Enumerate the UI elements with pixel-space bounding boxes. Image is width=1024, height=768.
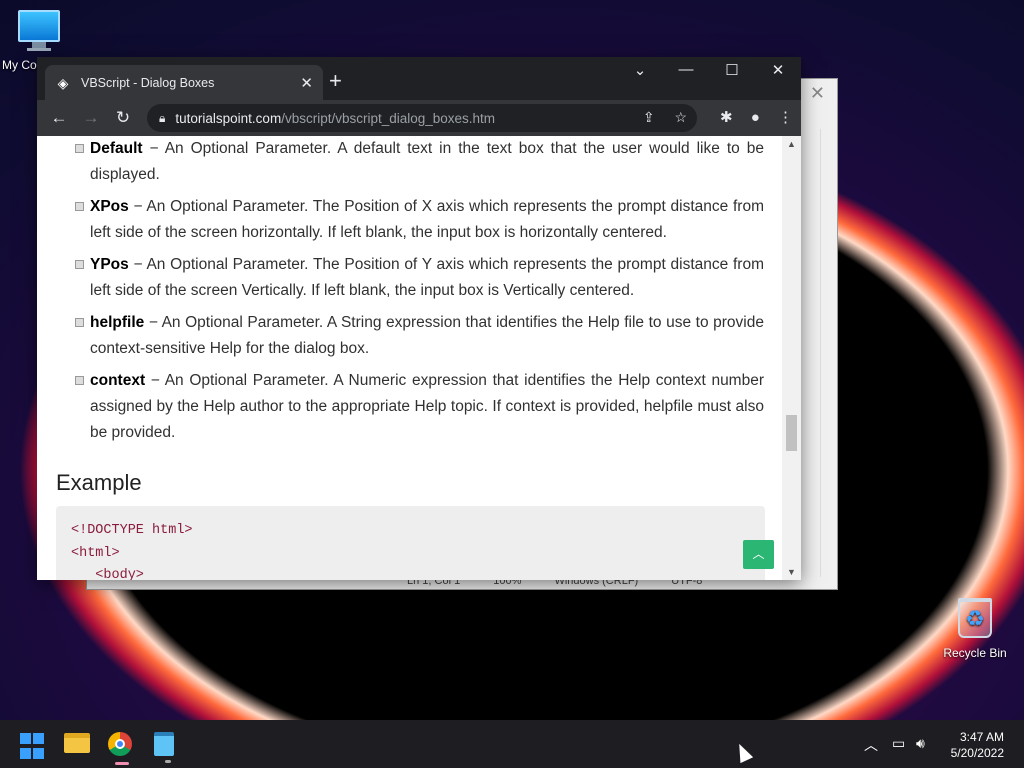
- url-path: /vbscript/vbscript_dialog_boxes.htm: [281, 110, 496, 126]
- clock[interactable]: 3:47 AM 5/20/2022: [951, 729, 1004, 761]
- close-button[interactable]: ✕: [763, 61, 793, 79]
- lock-icon[interactable]: 🔒︎: [159, 111, 165, 126]
- param-desc: − An Optional Parameter. The Position of…: [90, 198, 764, 241]
- clock-date: 5/20/2022: [950, 746, 1004, 760]
- file-explorer-icon[interactable]: [64, 733, 92, 761]
- list-item: helpfile − An Optional Parameter. A Stri…: [75, 310, 764, 362]
- reload-button[interactable]: ↻: [107, 108, 139, 128]
- minimize-button[interactable]: —: [671, 61, 701, 78]
- notepad-scrollbar[interactable]: [820, 129, 837, 577]
- page-viewport[interactable]: Default − An Optional Parameter. A defau…: [37, 136, 801, 580]
- code-line: <!DOCTYPE html>: [71, 523, 193, 538]
- system-tray: ︿ ▭ 🔊︎ 3:47 AM 5/20/2022: [824, 720, 1024, 768]
- address-bar[interactable]: 🔒︎ tutorialspoint.com/vbscript/vbscript_…: [147, 104, 697, 132]
- volume-icon[interactable]: 🔊︎: [916, 735, 925, 752]
- list-item: XPos − An Optional Parameter. The Positi…: [75, 194, 764, 246]
- menu-kebab-icon[interactable]: ⋮: [778, 109, 793, 126]
- browser-toolbar: ← → ↻ 🔒︎ tutorialspoint.com/vbscript/vbs…: [37, 100, 801, 136]
- param-desc: − An Optional Parameter. A String expres…: [90, 314, 764, 357]
- start-button[interactable]: [20, 733, 48, 761]
- scroll-up-arrow-icon[interactable]: ▲: [782, 139, 801, 149]
- param-name: XPos: [90, 198, 129, 215]
- param-name: YPos: [90, 256, 129, 273]
- param-name: context: [90, 372, 146, 389]
- param-desc: − An Optional Parameter. A Numeric expre…: [90, 372, 764, 441]
- desktop-icon-label: Recycle Bin: [943, 646, 1007, 660]
- code-line: <body>: [71, 568, 144, 580]
- extensions-icon[interactable]: ✱: [720, 109, 733, 126]
- chevron-up-icon[interactable]: ︿: [864, 735, 878, 755]
- clock-time: 3:47 AM: [959, 730, 1004, 744]
- code-line: <html>: [71, 545, 120, 561]
- page-scrollbar[interactable]: ▲ ▼: [782, 136, 801, 580]
- tab-close-icon[interactable]: ✕: [300, 74, 313, 92]
- tab-search-icon[interactable]: ⌄: [625, 61, 655, 79]
- param-name: helpfile: [90, 314, 145, 331]
- new-tab-button[interactable]: +: [329, 69, 342, 93]
- scroll-down-arrow-icon[interactable]: ▼: [782, 567, 801, 577]
- example-heading: Example: [56, 470, 142, 495]
- notepad-icon[interactable]: [154, 732, 182, 763]
- back-button[interactable]: ←: [43, 108, 75, 128]
- parameter-list: Default − An Optional Parameter. A defau…: [75, 136, 764, 446]
- browser-window[interactable]: ◈ VBScript - Dialog Boxes ✕ + ⌄ — ☐ ✕ ← …: [37, 57, 801, 580]
- profile-icon[interactable]: ●: [751, 109, 760, 126]
- list-item: YPos − An Optional Parameter. The Positi…: [75, 252, 764, 304]
- tab-title: VBScript - Dialog Boxes: [81, 75, 215, 90]
- desktop-icon-recycle-bin[interactable]: ♻ Recycle Bin: [936, 598, 1014, 660]
- chrome-icon[interactable]: [108, 732, 136, 765]
- tutorialspoint-favicon-icon: ◈: [57, 74, 69, 91]
- browser-titlebar[interactable]: ◈ VBScript - Dialog Boxes ✕ + ⌄ — ☐ ✕: [37, 57, 801, 100]
- taskbar: ︿ ▭ 🔊︎ 3:47 AM 5/20/2022: [0, 720, 1024, 768]
- forward-button[interactable]: →: [75, 108, 107, 128]
- back-to-top-button[interactable]: ︿: [743, 540, 774, 569]
- browser-tab[interactable]: ◈ VBScript - Dialog Boxes ✕: [45, 65, 323, 100]
- list-item: Default − An Optional Parameter. A defau…: [75, 136, 764, 188]
- bookmark-star-icon[interactable]: ☆: [674, 109, 687, 125]
- share-icon[interactable]: ⇪: [643, 109, 655, 125]
- page-content: Default − An Optional Parameter. A defau…: [37, 136, 782, 580]
- param-desc: − An Optional Parameter. The Position of…: [90, 256, 764, 299]
- close-icon[interactable]: ✕: [810, 83, 825, 104]
- list-item: context − An Optional Parameter. A Numer…: [75, 368, 764, 446]
- param-desc: − An Optional Parameter. A default text …: [90, 140, 764, 183]
- param-name: Default: [90, 140, 143, 157]
- recycle-bin-icon: ♻: [953, 598, 997, 642]
- network-icon[interactable]: ▭: [892, 735, 905, 752]
- monitor-icon: [17, 10, 61, 54]
- url-host: tutorialspoint.com: [175, 110, 282, 126]
- maximize-button[interactable]: ☐: [717, 61, 747, 79]
- scrollbar-thumb[interactable]: [786, 415, 797, 451]
- code-block[interactable]: <!DOCTYPE html> <html> <body>: [56, 506, 765, 580]
